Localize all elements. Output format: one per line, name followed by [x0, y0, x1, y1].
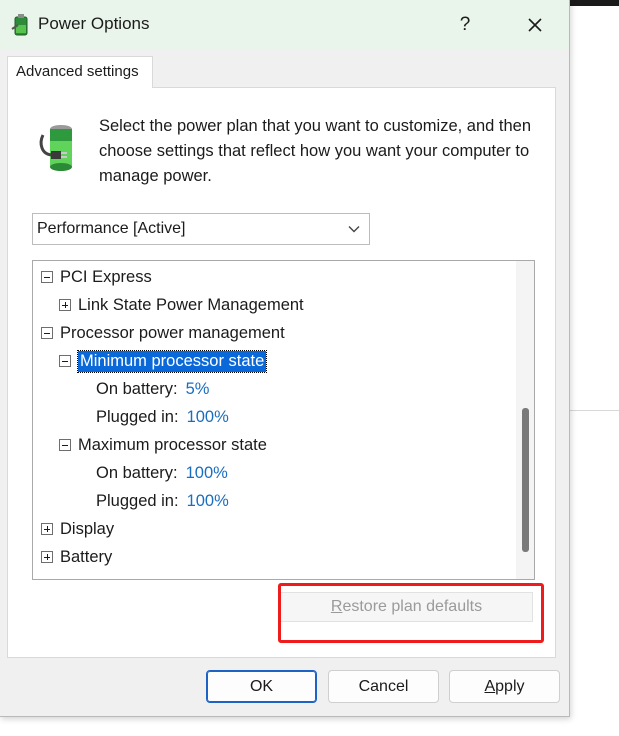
chevron-down-icon — [348, 226, 360, 233]
tree-item-processor-power-management[interactable]: Processor power management — [41, 320, 285, 346]
close-button[interactable] — [514, 8, 556, 42]
collapse-icon[interactable] — [59, 355, 71, 367]
button-label: estore plan defaults — [342, 598, 483, 615]
background-window-edge — [570, 0, 619, 6]
power-options-battery-icon — [11, 14, 28, 36]
tree-item-minimum-processor-state[interactable]: Minimum processor state — [59, 348, 268, 374]
background-divider — [570, 410, 619, 411]
tree-item-display[interactable]: Display — [41, 516, 114, 542]
setting-value-link[interactable]: 100% — [187, 408, 229, 427]
accelerator-letter: A — [484, 677, 496, 695]
expand-icon[interactable] — [41, 523, 53, 535]
tree-item-link-state-power-management[interactable]: Link State Power Management — [59, 292, 304, 318]
setting-label: On battery: — [96, 463, 178, 482]
collapse-icon[interactable] — [41, 327, 53, 339]
window-title: Power Options — [38, 14, 150, 33]
tree-item-min-plugged-in[interactable]: Plugged in: 100% — [96, 404, 229, 430]
tree-item-label: Maximum processor state — [78, 435, 267, 454]
power-plan-dropdown[interactable]: Performance [Active] — [32, 213, 370, 245]
power-options-dialog: Power Options ? Advanced settings Select… — [0, 0, 570, 717]
tree-item-label: Battery — [60, 547, 113, 566]
button-label: pply — [495, 677, 525, 695]
accelerator-letter: R — [330, 598, 343, 615]
tree-item-max-on-battery[interactable]: On battery: 100% — [96, 460, 228, 486]
apply-button[interactable]: Apply — [449, 670, 560, 703]
setting-value-link[interactable]: 100% — [186, 464, 228, 483]
battery-plug-icon — [39, 125, 72, 171]
setting-value-link[interactable]: 5% — [186, 380, 210, 399]
collapse-icon[interactable] — [59, 439, 71, 451]
tree-item-label: Link State Power Management — [78, 295, 304, 314]
tree-item-pci-express[interactable]: PCI Express — [41, 264, 152, 290]
restore-plan-defaults-button[interactable]: Restore plan defaults — [280, 592, 533, 622]
tree-item-min-on-battery[interactable]: On battery: 5% — [96, 376, 209, 402]
tab-advanced-settings[interactable]: Advanced settings — [7, 56, 153, 88]
expand-icon[interactable] — [41, 551, 53, 563]
setting-label: Plugged in: — [96, 491, 179, 510]
setting-label: Plugged in: — [96, 407, 179, 426]
tree-scrollbar[interactable] — [516, 261, 534, 579]
tree-item-label: Processor power management — [60, 323, 285, 342]
advanced-settings-panel: Select the power plan that you want to c… — [7, 87, 556, 658]
cancel-button[interactable]: Cancel — [328, 670, 439, 703]
tree-item-label: Display — [60, 519, 115, 538]
tree-item-label-selected: Minimum processor state — [76, 349, 268, 373]
power-plan-value: Performance [Active] — [37, 220, 186, 237]
ok-button[interactable]: OK — [206, 670, 317, 703]
tree-item-max-plugged-in[interactable]: Plugged in: 100% — [96, 488, 229, 514]
tree-item-label: PCI Express — [60, 267, 152, 286]
tree-item-maximum-processor-state[interactable]: Maximum processor state — [59, 432, 267, 458]
scrollbar-thumb[interactable] — [522, 408, 529, 552]
title-bar: Power Options ? — [0, 0, 569, 50]
tree-item-battery[interactable]: Battery — [41, 544, 112, 570]
setting-value-link[interactable]: 100% — [187, 492, 229, 511]
help-button[interactable]: ? — [446, 8, 484, 42]
description-text: Select the power plan that you want to c… — [99, 117, 532, 185]
close-icon — [528, 18, 542, 32]
expand-icon[interactable] — [59, 299, 71, 311]
setting-label: On battery: — [96, 379, 178, 398]
collapse-icon[interactable] — [41, 271, 53, 283]
settings-tree[interactable]: PCI Express Link State Power Management … — [32, 260, 535, 580]
